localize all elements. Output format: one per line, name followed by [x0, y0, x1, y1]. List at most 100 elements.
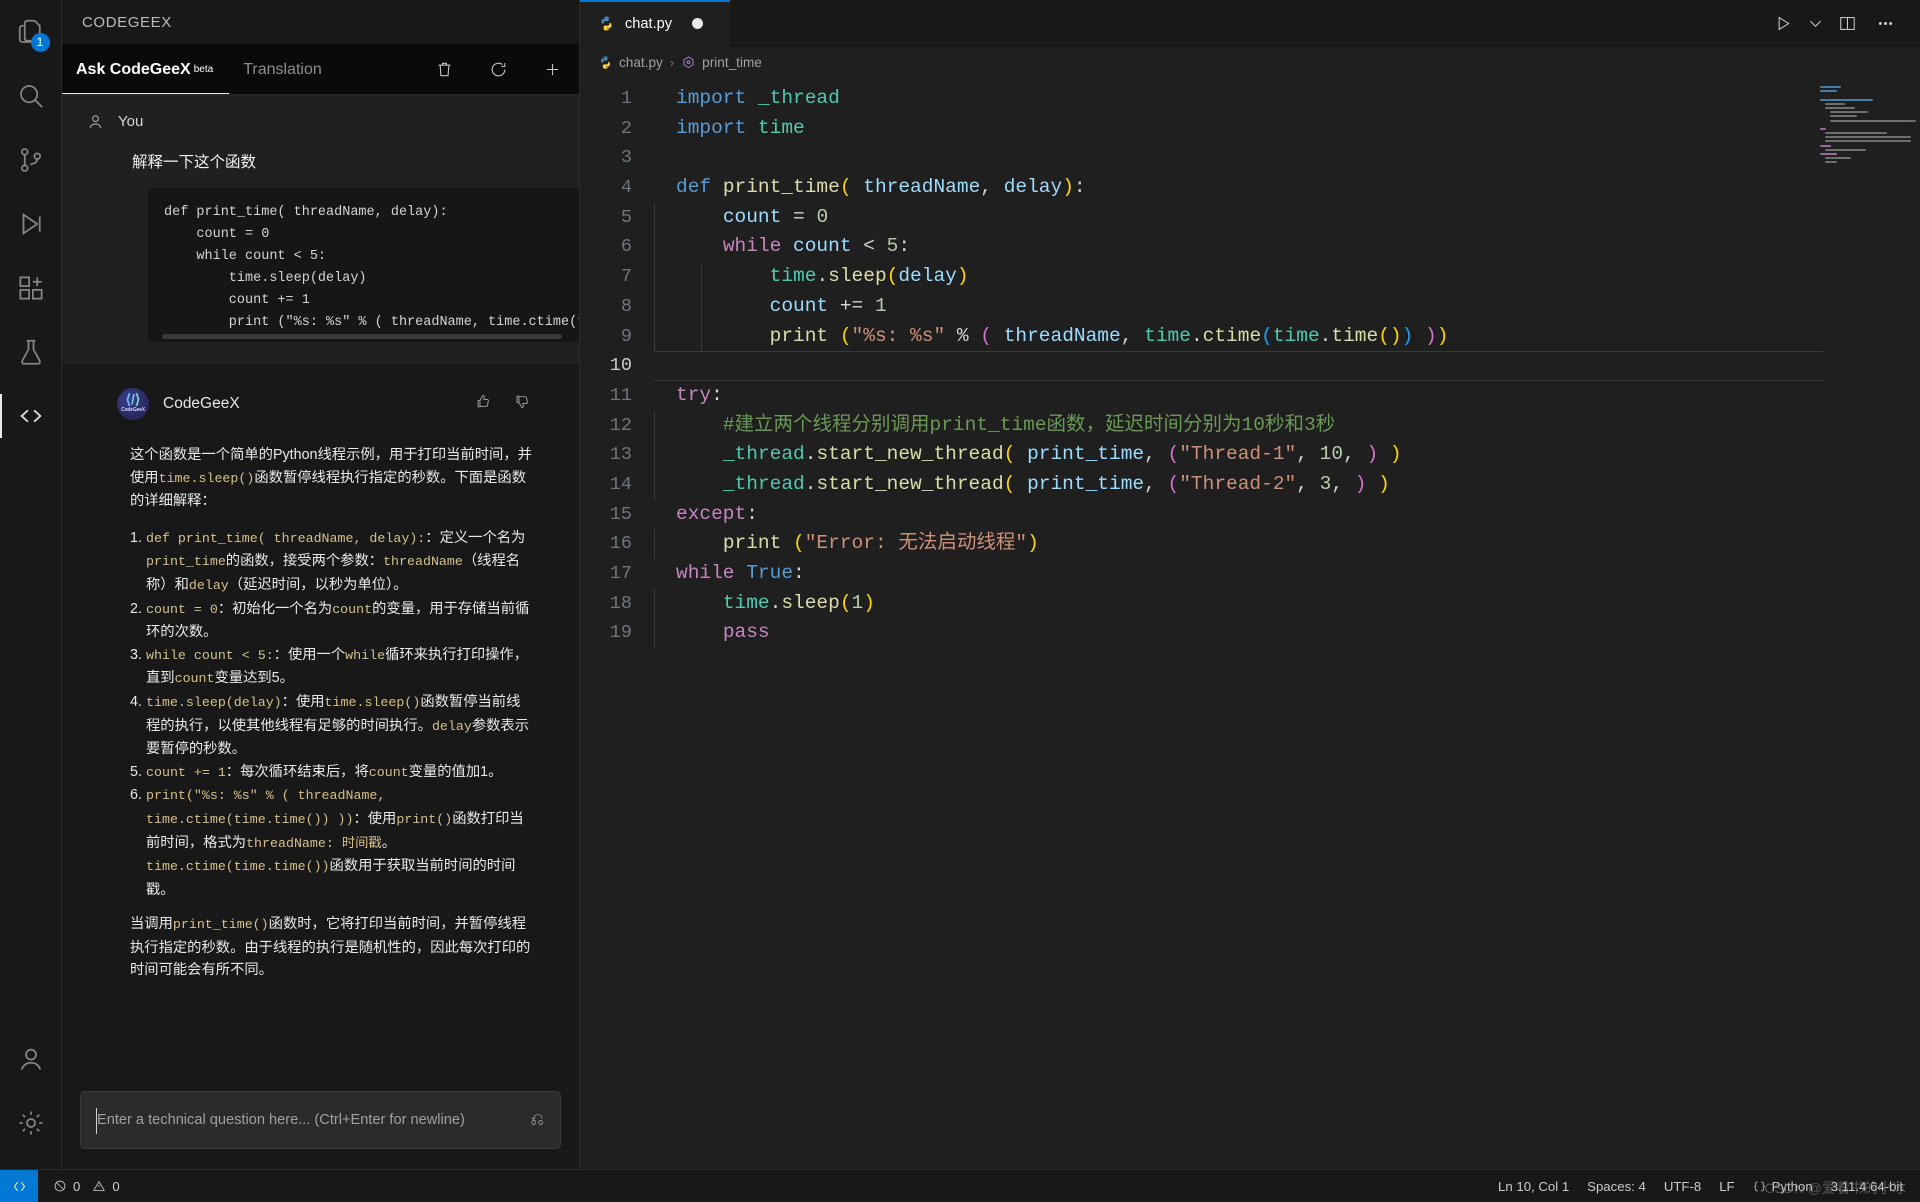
- code-token: start_new_thread: [816, 472, 1004, 495]
- editor-content[interactable]: 1 import _thread 2 import time 3 4 def print_t…: [580, 78, 1920, 1169]
- code-token: ,: [1296, 443, 1320, 466]
- code-token: def: [676, 176, 712, 199]
- trash-icon[interactable]: [417, 44, 471, 96]
- tab-translation[interactable]: Translation: [229, 44, 338, 95]
- play-icon[interactable]: [1766, 7, 1800, 41]
- status-python-interpreter[interactable]: 3.11.4 64-bit: [1822, 1170, 1912, 1202]
- code-line[interactable]: 19 pass: [580, 618, 1920, 649]
- code-line[interactable]: 7 time.sleep(delay): [580, 262, 1920, 292]
- ellipsis-icon[interactable]: [1868, 7, 1902, 41]
- minimap-line: [1830, 119, 1916, 122]
- sidebar-item-codegeex[interactable]: [0, 384, 62, 448]
- sidebar-item-extensions[interactable]: [0, 256, 62, 320]
- code-token: (): [1378, 324, 1402, 347]
- code-block-scrollbar[interactable]: [162, 334, 562, 339]
- thumbs-down-icon[interactable]: [514, 393, 531, 415]
- code-token: import: [676, 116, 747, 139]
- assistant-message-header: ⟨/⟩ CodeGeeX CodeGeeX: [62, 380, 579, 420]
- chat-message-assistant: ⟨/⟩ CodeGeeX CodeGeeX 这个函数是一个简单的Python线程…: [62, 364, 579, 1023]
- closing-text-a: 当调用: [130, 916, 173, 933]
- code-token: count: [722, 205, 782, 228]
- minimap[interactable]: [1820, 86, 1916, 168]
- code-line[interactable]: 16 print ("Error: 无法启动线程"): [580, 529, 1920, 559]
- code-token: ): [863, 591, 875, 614]
- line-number: 5: [620, 206, 632, 228]
- minimap-line: [1825, 132, 1887, 135]
- item-text: ：定义一个名为: [425, 529, 526, 546]
- code-token: time: [722, 591, 770, 614]
- breadcrumb-separator: ›: [669, 55, 675, 70]
- code-token: ,: [1144, 472, 1168, 495]
- line-number: 7: [620, 266, 632, 288]
- code-token: time: [769, 265, 817, 288]
- answer-list: def print_time( threadName, delay):：定义一个…: [130, 527, 533, 902]
- list-item: print("%s: %s" % ( threadName, time.ctim…: [130, 784, 533, 901]
- code-line[interactable]: 18 time.sleep(1): [580, 588, 1920, 619]
- activity-bar: 1: [0, 0, 62, 1169]
- code-line[interactable]: 13 _thread.start_new_thread( print_time,…: [580, 440, 1920, 470]
- code-token: :: [793, 562, 805, 584]
- chat-scroll-area[interactable]: You 解释一下这个函数 def print_time( threadName,…: [62, 96, 579, 1075]
- code-token: "Thread-1": [1179, 443, 1297, 466]
- breadcrumb-item-file[interactable]: chat.py: [598, 55, 663, 70]
- plus-icon[interactable]: [525, 44, 579, 96]
- sidebar-item-search[interactable]: [0, 64, 62, 128]
- chevron-down-icon[interactable]: [1804, 7, 1826, 41]
- code-line[interactable]: 14 _thread.start_new_thread( print_time,…: [580, 469, 1920, 500]
- remote-window-icon[interactable]: [0, 1169, 38, 1202]
- code-line[interactable]: 5 count = 0: [580, 202, 1920, 233]
- code-token: ): [956, 265, 969, 288]
- minimap-line: [1825, 157, 1851, 160]
- code-token: print_time: [722, 176, 840, 199]
- sidebar-item-explorer[interactable]: 1: [0, 0, 62, 64]
- indent-guide: [654, 469, 655, 500]
- tab-ask-codegeex[interactable]: Ask CodeGeeX beta: [62, 44, 230, 95]
- item-code: count: [174, 671, 215, 687]
- code-line[interactable]: 9 print ("%s: %s" % ( threadName, time.c…: [580, 321, 1920, 352]
- indent-guide: [654, 440, 655, 470]
- status-encoding[interactable]: UTF-8: [1655, 1170, 1710, 1202]
- minimap-line: [1825, 102, 1845, 105]
- code-line[interactable]: 17 while True:: [580, 559, 1920, 589]
- indent-guide: [654, 618, 655, 649]
- status-problems[interactable]: 0 0: [44, 1170, 129, 1202]
- sidebar-item-source-control[interactable]: [0, 128, 62, 192]
- code-token: (: [886, 265, 899, 288]
- status-indentation[interactable]: Spaces: 4: [1578, 1170, 1655, 1202]
- code-line[interactable]: 8 count += 1: [580, 291, 1920, 322]
- code-token: (: [793, 532, 805, 555]
- breadcrumb-item-symbol[interactable]: print_time: [681, 55, 762, 70]
- question-input-placeholder: Enter a technical question here... (Ctrl…: [97, 1112, 465, 1128]
- code-line[interactable]: 15 except:: [580, 500, 1920, 530]
- code-token: +=: [828, 294, 875, 317]
- code-line[interactable]: 11 try:: [580, 381, 1920, 411]
- thumbs-up-icon[interactable]: [475, 393, 492, 415]
- status-cursor-position[interactable]: Ln 10, Col 1: [1489, 1170, 1578, 1202]
- code-token: while: [676, 562, 735, 584]
- gear-icon[interactable]: [0, 1091, 62, 1155]
- status-eol[interactable]: LF: [1710, 1170, 1743, 1202]
- question-input[interactable]: Enter a technical question here... (Ctrl…: [80, 1091, 561, 1149]
- sidebar-item-testing[interactable]: [0, 320, 62, 384]
- code-token: ): [1401, 324, 1414, 347]
- code-line[interactable]: 12 #建立两个线程分别调用print_time函数，延迟时间分别为10秒和3秒: [580, 410, 1920, 441]
- history-icon[interactable]: [471, 44, 525, 96]
- minimap-line: [1825, 106, 1855, 109]
- tab-translation-label: Translation: [243, 60, 322, 78]
- error-count: 0: [73, 1178, 81, 1194]
- code-line[interactable]: 4 def print_time( threadName, delay):: [580, 173, 1920, 203]
- code-line[interactable]: 3: [580, 143, 1920, 173]
- code-line[interactable]: 2 import time: [580, 114, 1920, 144]
- sidebar-item-run-debug[interactable]: [0, 192, 62, 256]
- split-editor-icon[interactable]: [1830, 7, 1864, 41]
- accounts-icon[interactable]: [0, 1027, 62, 1091]
- enter-key-icon[interactable]: ⎌: [530, 1110, 544, 1130]
- code-line[interactable]: 10: [580, 351, 1920, 381]
- code-line[interactable]: 6 while count < 5:: [580, 232, 1920, 263]
- status-language-mode[interactable]: Python: [1744, 1170, 1822, 1202]
- code-line[interactable]: 1 import _thread: [580, 84, 1920, 114]
- indent-guide: [654, 321, 655, 352]
- code-lines[interactable]: 1 import _thread 2 import time 3 4 def print_t…: [580, 78, 1920, 649]
- editor-tab-chat-py[interactable]: chat.py: [580, 0, 730, 47]
